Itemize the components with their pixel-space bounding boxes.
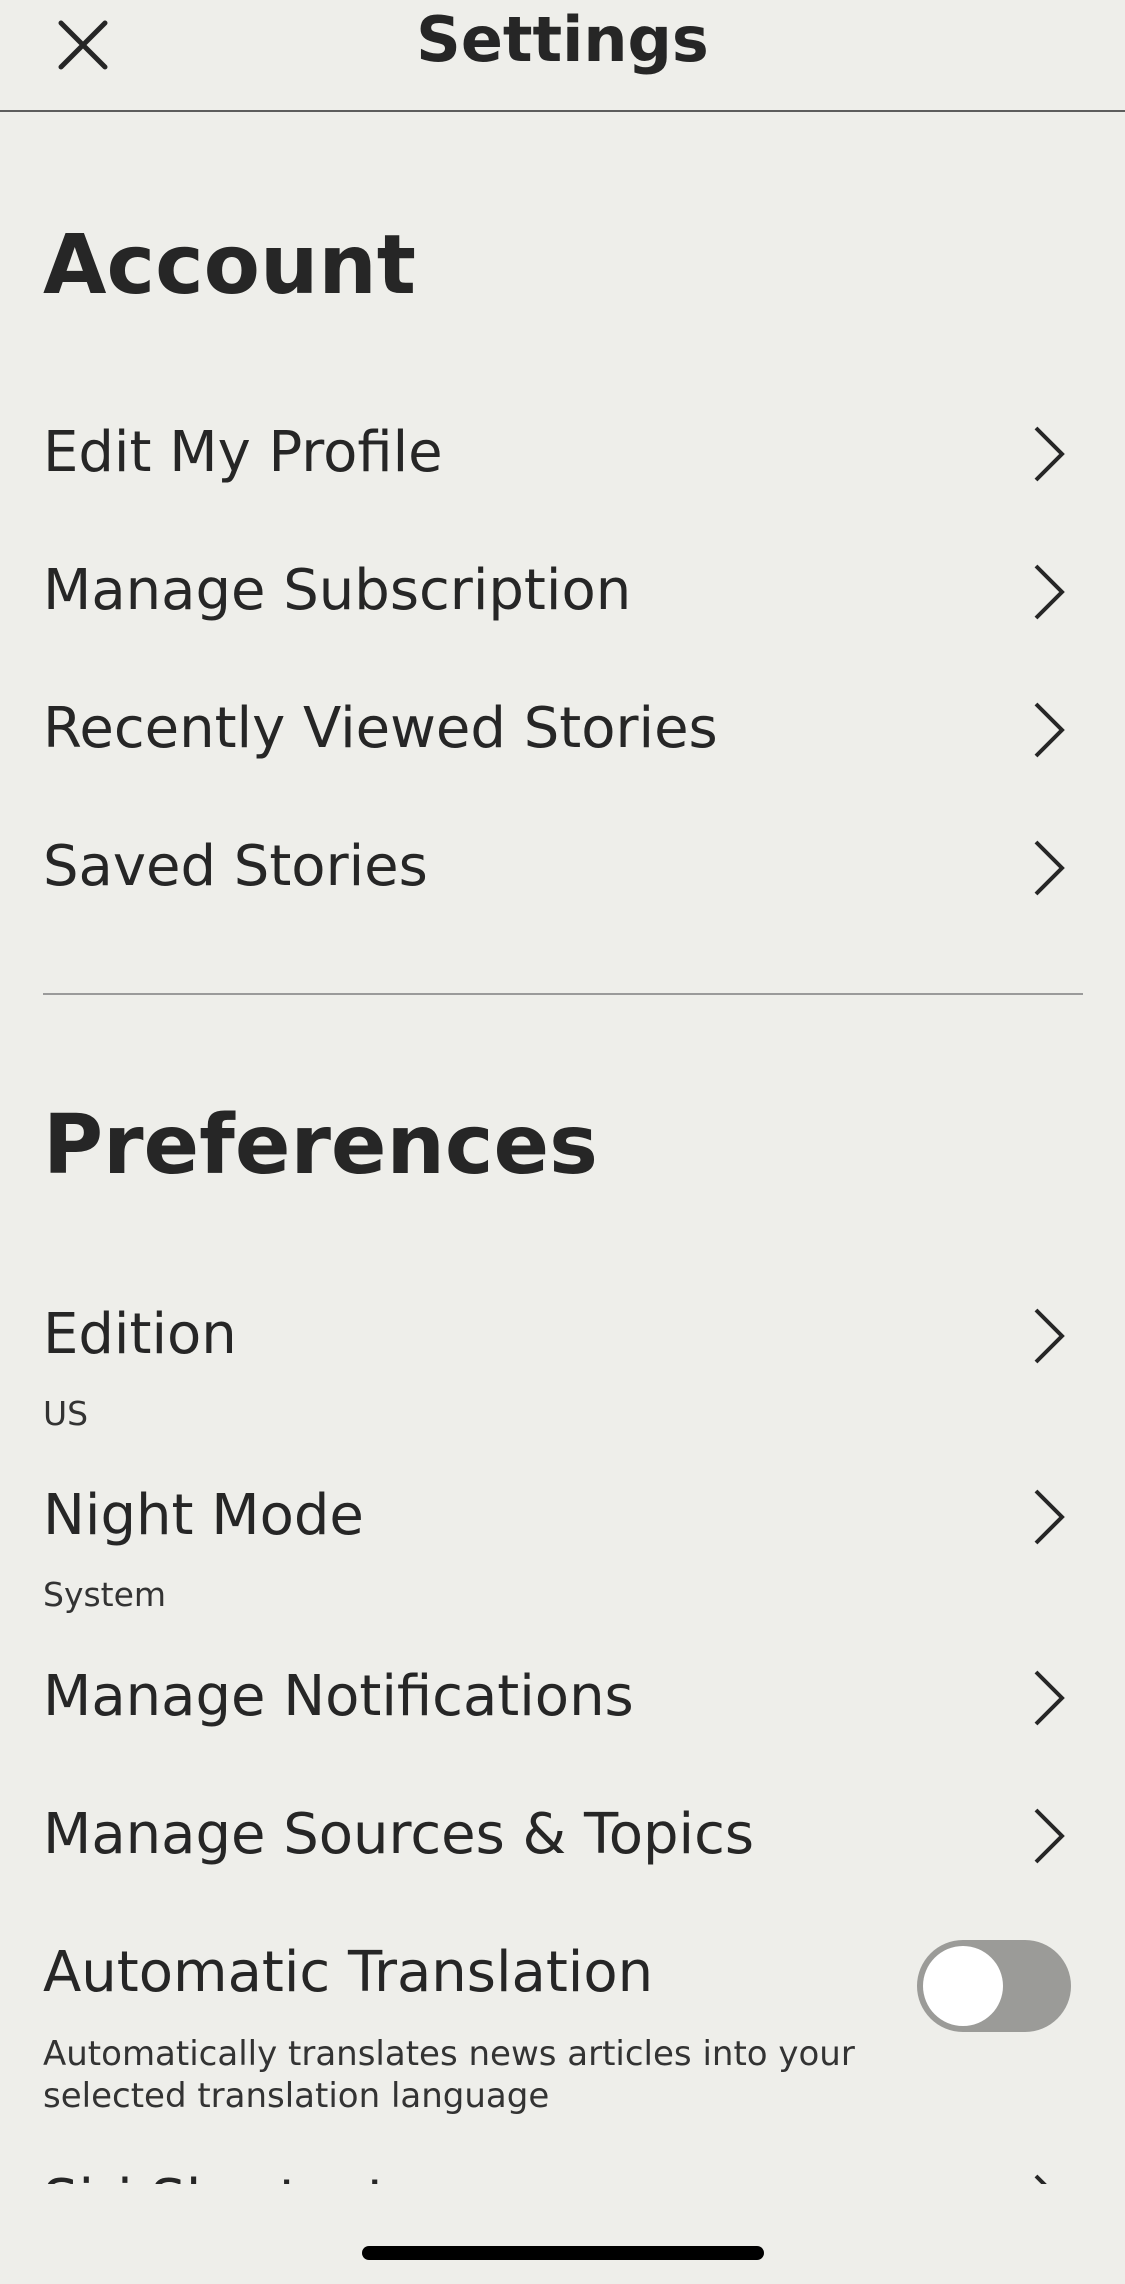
recently-viewed-stories-row[interactable]: Recently Viewed Stories xyxy=(0,686,1125,772)
edit-profile-row[interactable]: Edit My Profile xyxy=(0,410,1125,496)
chevron-right-icon xyxy=(1034,426,1065,482)
chevron-right-icon xyxy=(1034,564,1065,620)
row-label: Manage Notifications xyxy=(43,1664,634,1729)
night-mode-value: System xyxy=(43,1575,167,1614)
row-label: Night Mode xyxy=(43,1483,364,1548)
automatic-translation-toggle[interactable] xyxy=(917,1940,1071,2032)
section-title-preferences: Preferences xyxy=(43,1098,598,1193)
row-label: Edit My Profile xyxy=(43,420,443,485)
manage-sources-topics-row[interactable]: Manage Sources & Topics xyxy=(0,1792,1125,1878)
chevron-right-icon xyxy=(1034,702,1065,758)
page-title: Settings xyxy=(416,3,709,76)
row-label: Manage Subscription xyxy=(43,558,632,623)
row-label: Automatic Translation xyxy=(43,1940,654,2005)
top-bar: Settings xyxy=(0,0,1125,112)
home-indicator xyxy=(362,2246,764,2260)
saved-stories-row[interactable]: Saved Stories xyxy=(0,824,1125,910)
manage-notifications-row[interactable]: Manage Notifications xyxy=(0,1654,1125,1740)
siri-shortcuts-row[interactable]: Siri Shortcuts xyxy=(0,2148,1125,2184)
row-label: Siri Shortcuts xyxy=(43,2168,418,2184)
row-label: Saved Stories xyxy=(43,834,428,899)
night-mode-row[interactable]: Night Mode System xyxy=(0,1473,1125,1623)
edition-row[interactable]: Edition US xyxy=(0,1292,1125,1442)
row-label: Recently Viewed Stories xyxy=(43,696,718,761)
automatic-translation-description: Automatically translates news articles i… xyxy=(43,2034,855,2116)
chevron-right-icon xyxy=(1034,1308,1065,1364)
chevron-right-icon xyxy=(1034,1670,1065,1726)
chevron-right-icon xyxy=(1034,1489,1065,1545)
section-title-account: Account xyxy=(43,218,416,313)
edition-value: US xyxy=(43,1394,89,1433)
manage-subscription-row[interactable]: Manage Subscription xyxy=(0,548,1125,634)
chevron-right-icon xyxy=(1034,840,1065,896)
toggle-knob xyxy=(923,1946,1003,2026)
chevron-right-icon xyxy=(1034,2174,1047,2184)
chevron-right-icon xyxy=(1034,1808,1065,1864)
section-divider xyxy=(43,993,1083,995)
row-label: Manage Sources & Topics xyxy=(43,1802,755,1867)
row-label: Edition xyxy=(43,1302,237,1367)
